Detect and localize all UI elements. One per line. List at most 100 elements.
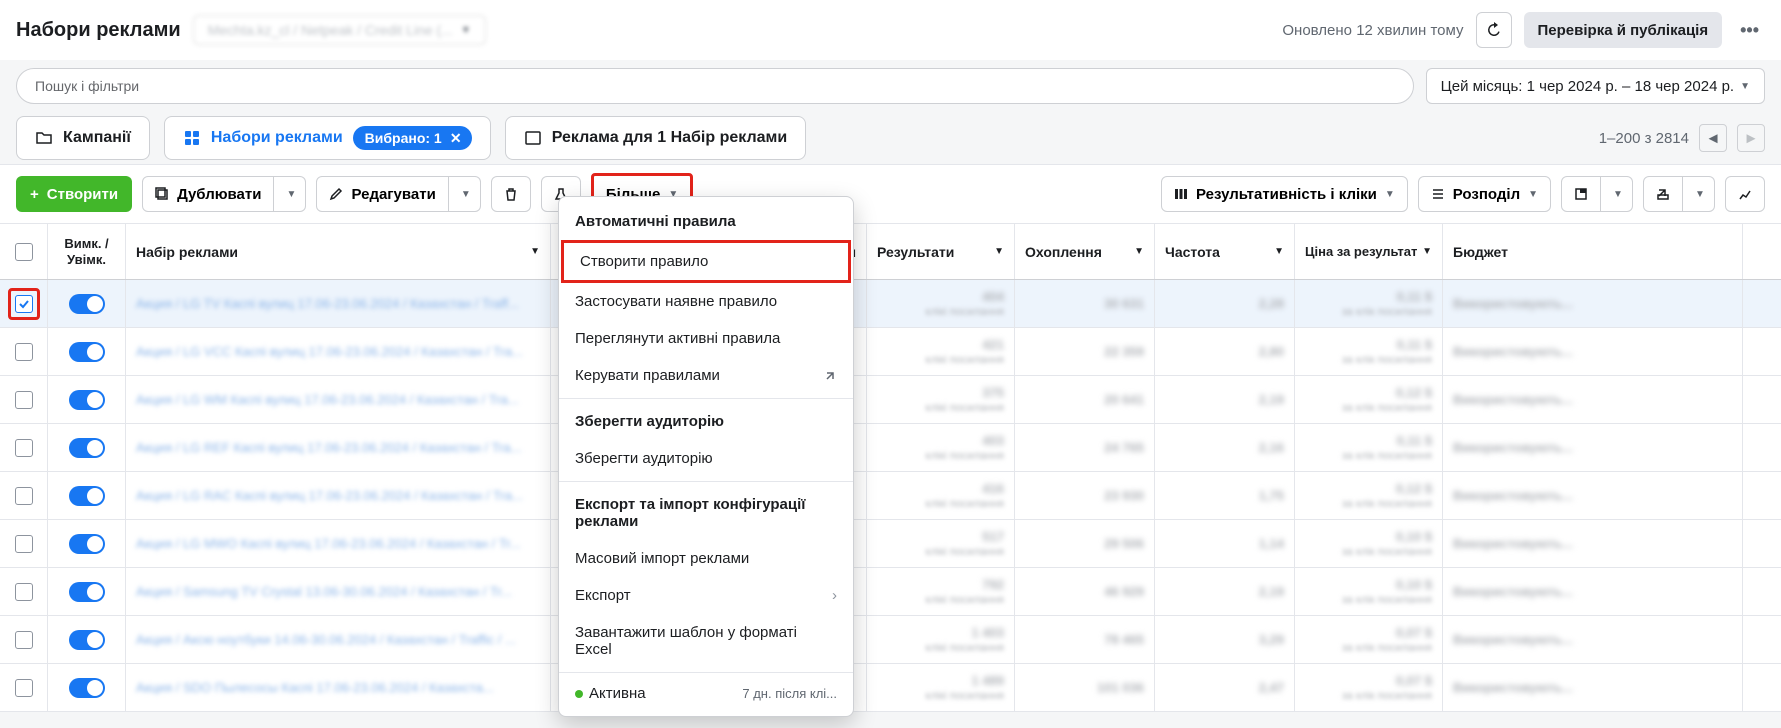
breakdown-button[interactable]: Розподіл ▼	[1418, 176, 1551, 212]
dd-download-template[interactable]: Завантажити шаблон у форматі Excel	[559, 614, 853, 668]
reach-value: 78 465	[1104, 632, 1144, 647]
dd-apply-rule[interactable]: Застосувати наявне правило	[559, 283, 853, 320]
reports-icon	[1574, 187, 1588, 201]
row-checkbox[interactable]	[15, 631, 33, 649]
table-row[interactable]: Акция / SDO Пылесосы Каспі 17.06-23.06.2…	[0, 664, 1781, 712]
select-all-checkbox[interactable]	[15, 243, 33, 261]
edit-dropdown[interactable]: ▼	[449, 176, 481, 212]
adset-name[interactable]: Акция / LG MWO Каспі вулиц 17.06-23.06.2…	[136, 536, 521, 551]
table-row[interactable]: Акция / LG VCC Каспі вулиц 17.06-23.06.2…	[0, 328, 1781, 376]
reports-button[interactable]	[1561, 176, 1601, 212]
review-publish-button[interactable]: Перевірка й публікація	[1524, 12, 1723, 48]
row-checkbox[interactable]	[15, 295, 33, 313]
row-toggle[interactable]	[69, 630, 105, 650]
dd-export[interactable]: Експорт ›	[559, 577, 853, 614]
tab-adsets[interactable]: Набори реклами Вибрано: 1 ✕	[164, 116, 491, 160]
reach-value: 29 506	[1104, 536, 1144, 551]
duplicate-dropdown[interactable]: ▼	[274, 176, 306, 212]
refresh-button[interactable]	[1476, 12, 1512, 48]
selected-count-pill: Вибрано: 1 ✕	[353, 126, 472, 150]
table-row[interactable]: Акция / LG MWO Каспі вулиц 17.06-23.06.2…	[0, 520, 1781, 568]
page-prev-button[interactable]: ◄	[1699, 124, 1727, 152]
adset-name[interactable]: Акция / Aксю ноутбуки 14.06-30.06.2024 /…	[136, 632, 516, 647]
chart-icon	[1738, 187, 1752, 201]
adset-name[interactable]: Акция / LG VCC Каспі вулиц 17.06-23.06.2…	[136, 344, 523, 359]
more-menu-icon[interactable]: •••	[1734, 20, 1765, 41]
budget-value: Використовують...	[1453, 344, 1573, 359]
budget-value: Використовують...	[1453, 440, 1573, 455]
adset-name[interactable]: Акция / LG TV Каспі вулиц 17.06-23.06.20…	[136, 296, 519, 311]
reports-dropdown[interactable]: ▼	[1601, 176, 1633, 212]
adset-name[interactable]: Акция / LG RAC Каспі вулиц 17.06-23.06.2…	[136, 488, 523, 503]
row-toggle[interactable]	[69, 294, 105, 314]
budget-value: Використовують...	[1453, 488, 1573, 503]
table-row[interactable]: Акция / LG TV Каспі вулиц 17.06-23.06.20…	[0, 280, 1781, 328]
col-freq[interactable]: Частота▼	[1155, 224, 1295, 279]
dd-manage-rules[interactable]: Керувати правилами	[559, 357, 853, 394]
budget-value: Використовують...	[1453, 680, 1573, 695]
tab-campaigns[interactable]: Кампанії	[16, 116, 150, 160]
row-checkbox[interactable]	[15, 487, 33, 505]
row-checkbox[interactable]	[15, 679, 33, 697]
dd-view-rules[interactable]: Переглянути активні правила	[559, 320, 853, 357]
col-results[interactable]: Результати▼	[867, 224, 1015, 279]
row-toggle[interactable]	[69, 342, 105, 362]
search-input[interactable]: Пошук і фільтри	[16, 68, 1414, 104]
delete-button[interactable]	[491, 176, 531, 212]
cost-value: 0,10 $	[1396, 529, 1432, 544]
row-toggle[interactable]	[69, 582, 105, 602]
table-row[interactable]: Акция / Aксю ноутбуки 14.06-30.06.2024 /…	[0, 616, 1781, 664]
export-dropdown[interactable]: ▼	[1683, 176, 1715, 212]
table-row[interactable]: Акция / LG WM Каспі вулиц 17.06-23.06.20…	[0, 376, 1781, 424]
adset-name[interactable]: Акция / Samsung TV Crystal 13.06-30.06.2…	[136, 584, 512, 599]
row-checkbox[interactable]	[15, 439, 33, 457]
create-button[interactable]: + Створити	[16, 176, 132, 212]
date-range-picker[interactable]: Цей місяць: 1 чер 2024 р. – 18 чер 2024 …	[1426, 68, 1765, 104]
edit-button[interactable]: Редагувати	[316, 176, 448, 212]
adset-name[interactable]: Акция / SDO Пылесосы Каспі 17.06-23.06.2…	[136, 680, 494, 695]
col-name[interactable]: Набір реклами▼	[126, 224, 551, 279]
row-toggle[interactable]	[69, 438, 105, 458]
col-cost[interactable]: Ціна за результат▼	[1295, 224, 1443, 279]
results-value: 375	[982, 385, 1004, 400]
duplicate-button[interactable]: Дублювати	[142, 176, 274, 212]
results-value: 517	[982, 529, 1004, 544]
budget-value: Використовують...	[1453, 536, 1573, 551]
dd-create-rule[interactable]: Створити правило	[561, 240, 851, 283]
row-toggle[interactable]	[69, 486, 105, 506]
cost-value: 0,12 $	[1396, 385, 1432, 400]
adset-name[interactable]: Акция / LG REF Каспі вулиц 17.06-23.06.2…	[136, 440, 521, 455]
table-row[interactable]: Акция / Samsung TV Crystal 13.06-30.06.2…	[0, 568, 1781, 616]
col-budget[interactable]: Бюджет	[1443, 224, 1743, 279]
charts-button[interactable]	[1725, 176, 1765, 212]
account-selector[interactable]: Mechta.kz_cl / Netpeak / Credit Line (..…	[193, 15, 486, 45]
row-toggle[interactable]	[69, 534, 105, 554]
row-checkbox[interactable]	[15, 391, 33, 409]
table-row[interactable]: Акция / LG RAC Каспі вулиц 17.06-23.06.2…	[0, 472, 1781, 520]
pencil-icon	[329, 187, 343, 201]
export-button[interactable]	[1643, 176, 1683, 212]
clear-selection-icon[interactable]: ✕	[448, 130, 464, 146]
row-checkbox[interactable]	[15, 535, 33, 553]
dd-bulk-import[interactable]: Масовий імпорт реклами	[559, 540, 853, 577]
results-value: 404	[982, 289, 1004, 304]
freq-value: 2,19	[1259, 392, 1284, 407]
pagination-label: 1–200 з 2814	[1599, 130, 1689, 147]
tab-ads[interactable]: Реклама для 1 Набір реклами	[505, 116, 806, 160]
dd-save-audience[interactable]: Зберегти аудиторію	[559, 440, 853, 477]
table-row[interactable]: Акция / LG REF Каспі вулиц 17.06-23.06.2…	[0, 424, 1781, 472]
row-checkbox[interactable]	[15, 343, 33, 361]
page-title: Набори реклами	[16, 19, 181, 42]
freq-value: 1,75	[1259, 488, 1284, 503]
adset-name[interactable]: Акция / LG WM Каспі вулиц 17.06-23.06.20…	[136, 392, 519, 407]
updated-label: Оновлено 12 хвилин тому	[1282, 22, 1463, 39]
row-checkbox[interactable]	[15, 583, 33, 601]
results-value: 1 403	[971, 625, 1004, 640]
col-toggle[interactable]: Вимк. / Увімк.	[48, 224, 126, 279]
col-reach[interactable]: Охоплення▼	[1015, 224, 1155, 279]
columns-preset-button[interactable]: Результативність і кліки ▼	[1161, 176, 1408, 212]
page-next-button[interactable]: ►	[1737, 124, 1765, 152]
copy-icon	[155, 187, 169, 201]
row-toggle[interactable]	[69, 678, 105, 698]
row-toggle[interactable]	[69, 390, 105, 410]
